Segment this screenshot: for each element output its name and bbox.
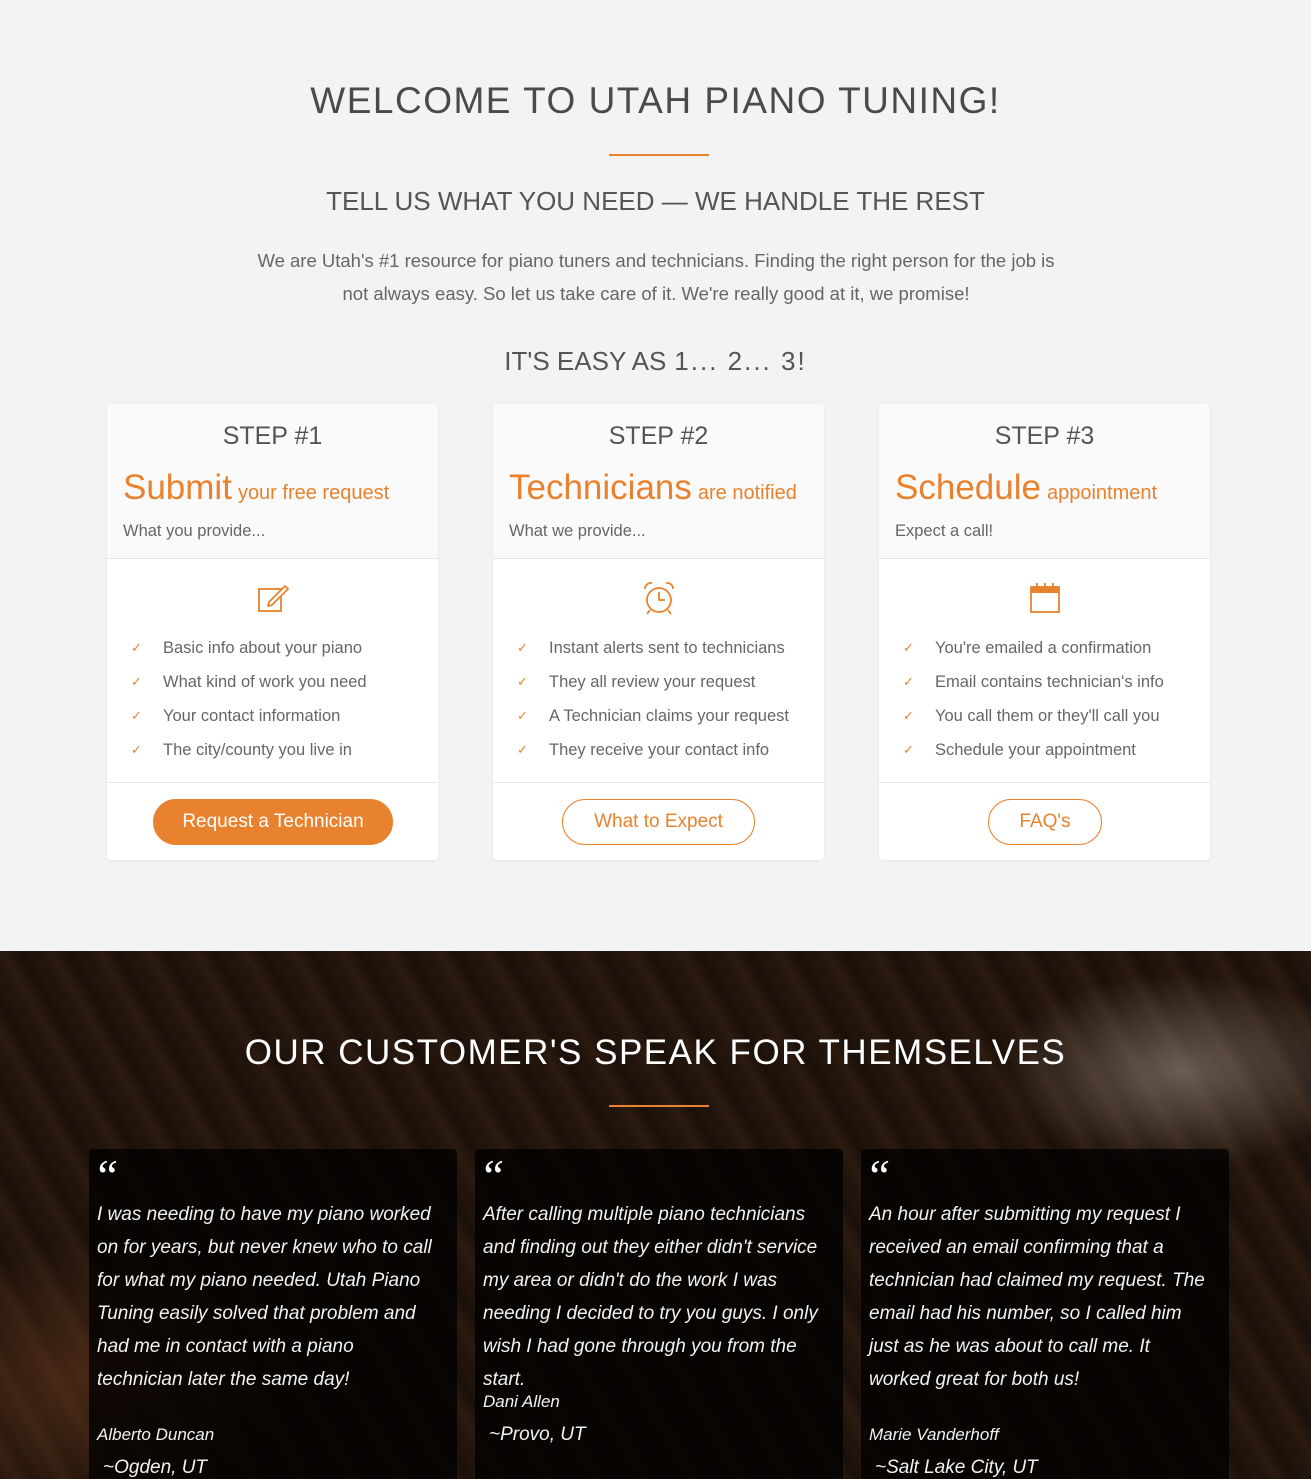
testimonial-text: I was needing to have my piano worked on… — [97, 1204, 432, 1390]
list-item: ✓ What kind of work you need — [131, 668, 431, 702]
alarm-clock-icon — [644, 582, 674, 615]
list-item: ✓ You call them or they'll call you — [903, 702, 1203, 736]
step-card-header: STEP #1 Submit your free request What you… — [107, 404, 438, 559]
step-card-header: STEP #2 Technicians are notified What we … — [493, 404, 824, 559]
what-to-expect-button[interactable]: What to Expect — [562, 799, 755, 845]
welcome-section: WELCOME TO UTAH PIANO TUNING! TELL US WH… — [0, 0, 1311, 951]
check-icon: ✓ — [517, 674, 528, 689]
step-title-main: Schedule — [895, 468, 1041, 507]
list-item: ✓ Instant alerts sent to technicians — [517, 634, 817, 668]
step-title-sub: appointment — [1046, 482, 1158, 504]
step-title-sub: are notified — [697, 482, 797, 504]
check-icon: ✓ — [903, 742, 914, 757]
list-item: ✓ They all review your request — [517, 668, 817, 702]
testimonial-card: “ I was needing to have my piano worked … — [89, 1149, 457, 1479]
testimonial-author: Alberto Duncan — [97, 1425, 215, 1444]
list-item: ✓ The city/county you live in — [131, 736, 431, 770]
testimonial-card: “ After calling multiple piano technicia… — [475, 1149, 843, 1479]
step-title: Schedule appointment — [895, 468, 1157, 508]
easy-label: IT'S EASY AS — [504, 346, 667, 376]
quote-icon: “ — [479, 1150, 505, 1201]
step-card-1: STEP #1 Submit your free request What you… — [107, 404, 438, 860]
testimonials-heading: OUR CUSTOMER'S SPEAK FOR THEMSELVES — [244, 1033, 1067, 1072]
step-card-header: STEP #3 Schedule appointment Expect a cal… — [879, 404, 1210, 559]
card-divider — [493, 782, 824, 783]
step-card-3: STEP #3 Schedule appointment Expect a cal… — [879, 404, 1210, 860]
check-icon: ✓ — [131, 640, 142, 655]
list-item: ✓ Email contains technician's info — [903, 668, 1203, 702]
step-title-main: Submit — [123, 468, 232, 507]
step-title-main: Technicians — [509, 468, 692, 507]
check-icon: ✓ — [903, 674, 914, 689]
list-item: ✓ You're emailed a confirmation — [903, 634, 1203, 668]
quote-icon: “ — [865, 1150, 891, 1201]
testimonial-city: ~Provo, UT — [489, 1424, 586, 1445]
card-divider — [879, 782, 1210, 783]
page-title: WELCOME TO UTAH PIANO TUNING! — [310, 80, 1001, 121]
list-item: ✓ They receive your contact info — [517, 736, 817, 770]
check-icon: ✓ — [903, 640, 914, 655]
edit-icon — [258, 585, 289, 612]
list-item: ✓ Your contact information — [131, 702, 431, 736]
testimonial-author: Dani Allen — [483, 1392, 560, 1411]
step-title-sub: your free request — [237, 482, 390, 504]
list-item: ✓ Schedule your appointment — [903, 736, 1203, 770]
testimonial-card: “ An hour after submitting my request I … — [861, 1149, 1229, 1479]
step-subtitle: Expect a call! — [895, 522, 994, 540]
step-card-2: STEP #2 Technicians are notified What we … — [493, 404, 824, 860]
step-title: Technicians are notified — [509, 468, 797, 508]
list-item: ✓ A Technician claims your request — [517, 702, 817, 736]
list-item: ✓ Basic info about your piano — [131, 634, 431, 668]
check-icon: ✓ — [131, 674, 142, 689]
testimonial-city: ~Ogden, UT — [103, 1457, 208, 1478]
faqs-button[interactable]: FAQ's — [988, 799, 1102, 845]
step-checklist: ✓ You're emailed a confirmation ✓ Email co… — [903, 634, 1203, 770]
step-checklist: ✓ Instant alerts sent to technicians ✓ The… — [517, 634, 817, 770]
easy-heading: IT'S EASY AS 1... 2... 3! — [0, 346, 1311, 377]
step-title: Submit your free request — [123, 468, 389, 508]
testimonials-section: OUR CUSTOMER'S SPEAK FOR THEMSELVES “ I … — [0, 951, 1311, 1479]
check-icon: ✓ — [131, 708, 142, 723]
check-icon: ✓ — [517, 708, 528, 723]
check-icon: ✓ — [131, 742, 142, 757]
testimonial-text: After calling multiple piano technicians… — [483, 1204, 818, 1390]
request-technician-button[interactable]: Request a Technician — [153, 799, 393, 845]
check-icon: ✓ — [517, 640, 528, 655]
step-label: STEP #2 — [608, 422, 709, 450]
step-label: STEP #3 — [994, 422, 1095, 450]
section-subtitle: TELL US WHAT YOU NEED — WE HANDLE THE RE… — [326, 186, 985, 216]
step-subtitle: What we provide... — [509, 522, 646, 540]
calendar-icon — [1030, 583, 1060, 613]
check-icon: ✓ — [903, 708, 914, 723]
check-icon: ✓ — [517, 742, 528, 757]
testimonials-divider — [609, 1105, 709, 1107]
testimonial-city: ~Salt Lake City, UT — [875, 1457, 1038, 1478]
card-divider — [107, 782, 438, 783]
step-subtitle: What you provide... — [123, 522, 266, 540]
step-checklist: ✓ Basic info about your piano ✓ What kind … — [131, 634, 431, 770]
title-divider — [609, 154, 709, 156]
step-label: STEP #1 — [222, 422, 323, 450]
testimonial-text: An hour after submitting my request I re… — [869, 1204, 1205, 1390]
intro-paragraph: We are Utah's #1 resource for piano tune… — [257, 250, 1055, 304]
easy-numbers: 1... 2... 3! — [674, 346, 807, 376]
testimonial-author: Marie Vanderhoff — [869, 1425, 999, 1444]
quote-icon: “ — [93, 1150, 119, 1201]
